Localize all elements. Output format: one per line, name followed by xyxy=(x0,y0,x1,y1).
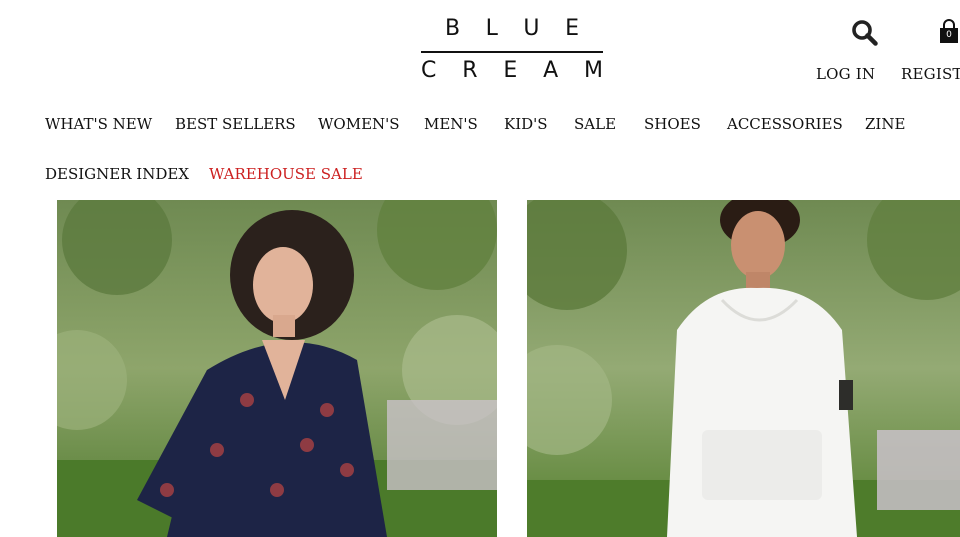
nav-item-whats-new[interactable]: WHAT'S NEW xyxy=(45,114,152,134)
nav-item-warehouse-sale[interactable]: WAREHOUSE SALE xyxy=(209,164,363,184)
login-link[interactable]: LOG IN xyxy=(816,64,875,84)
logo-letter: U xyxy=(523,16,540,41)
logo-letter: C xyxy=(421,58,437,83)
search-icon[interactable] xyxy=(851,19,879,47)
brand-logo[interactable]: B L U E C R E A M xyxy=(421,14,603,84)
nav-item-accessories[interactable]: ACCESSORIES xyxy=(727,114,843,134)
logo-letter: M xyxy=(584,58,603,83)
nav-item-best-sellers[interactable]: BEST SELLERS xyxy=(175,114,296,134)
register-link[interactable]: REGISTER xyxy=(901,64,960,84)
nav-item-mens[interactable]: MEN'S xyxy=(424,114,478,134)
logo-letter: L xyxy=(485,16,498,41)
logo-letter: E xyxy=(503,58,518,83)
logo-letter: A xyxy=(543,58,559,83)
logo-letter: R xyxy=(462,58,478,83)
logo-letter: E xyxy=(565,16,579,41)
nav-item-sale[interactable]: SALE xyxy=(574,114,616,134)
cart-count-badge: 0 xyxy=(946,30,952,40)
logo-letter: B xyxy=(445,16,461,41)
nav-item-womens[interactable]: WOMEN'S xyxy=(318,114,400,134)
men-model-photo[interactable] xyxy=(527,200,960,537)
logo-word-blue: B L U E xyxy=(421,16,603,42)
nav-item-designer-index[interactable]: DESIGNER INDEX xyxy=(45,164,189,184)
nav-item-kids[interactable]: KID'S xyxy=(504,114,548,134)
logo-rule xyxy=(421,51,603,53)
logo-word-cream: C R E A M xyxy=(421,58,603,84)
nav-item-shoes[interactable]: SHOES xyxy=(644,114,701,134)
women-model-photo[interactable] xyxy=(57,200,497,537)
nav-item-zine[interactable]: ZINE xyxy=(865,114,905,134)
